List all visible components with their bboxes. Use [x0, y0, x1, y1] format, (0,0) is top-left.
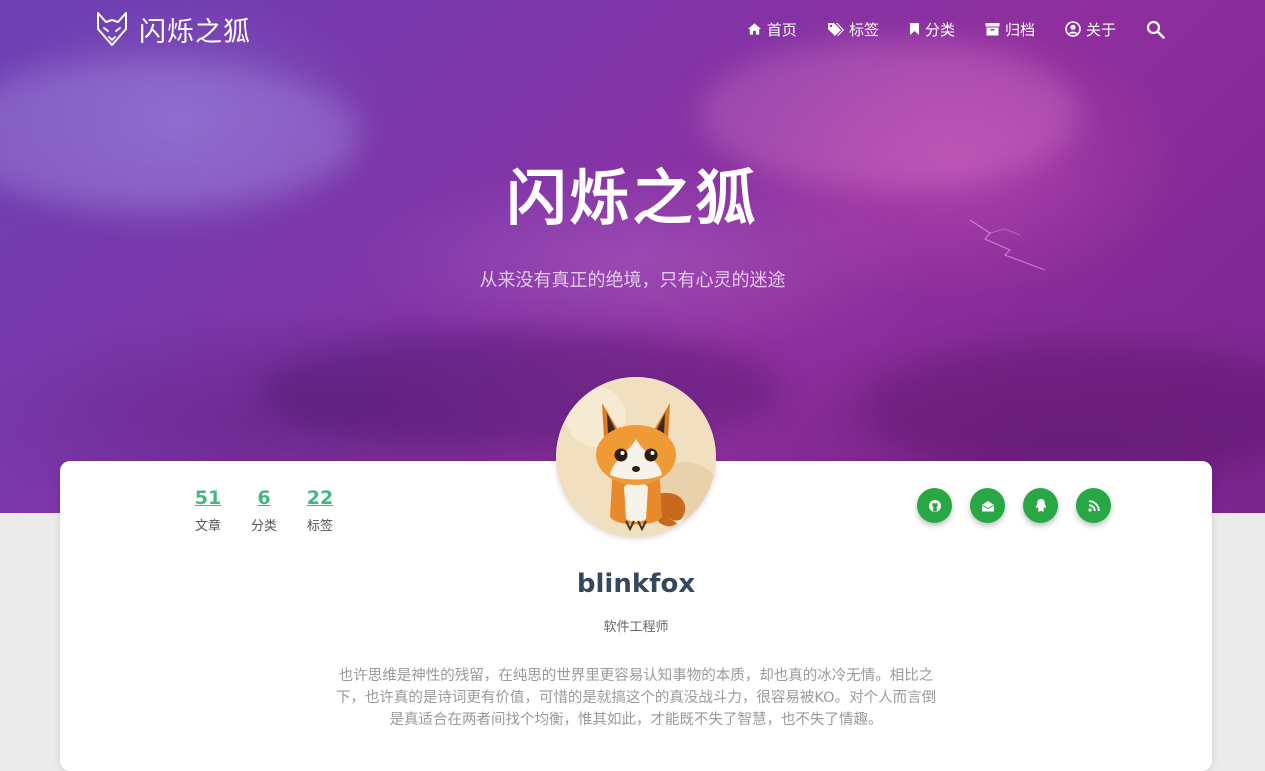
- fox-logo-icon: [97, 12, 127, 46]
- qq-button[interactable]: [1023, 488, 1058, 523]
- main-nav: 首页 标签 分类 归档 关于: [747, 14, 1165, 44]
- hero-subtitle: 从来没有真正的绝境，只有心灵的迷途: [479, 270, 786, 291]
- nav-tags-label: 标签: [848, 20, 879, 39]
- stat-articles-label: 文章: [194, 519, 221, 534]
- nav-categories[interactable]: 分类: [909, 19, 955, 40]
- stat-categories-count[interactable]: 6: [236, 487, 292, 509]
- bookmark-icon: [909, 23, 919, 35]
- nav-archive[interactable]: 归档: [985, 19, 1035, 40]
- home-icon: [747, 23, 761, 35]
- nav-home[interactable]: 首页: [747, 19, 797, 40]
- stat-tags-count[interactable]: 22: [292, 487, 348, 509]
- profile-bio: 也许思维是神性的残留，在纯思的世界里更容易认知事物的本质，却也真的冰冷无情。相比…: [335, 668, 937, 728]
- search-button[interactable]: [1146, 20, 1165, 39]
- search-icon: [1146, 20, 1165, 39]
- fox-avatar: [556, 377, 716, 537]
- stat-categories[interactable]: 6 分类: [236, 487, 292, 534]
- nav-home-label: 首页: [766, 20, 797, 39]
- fox-avatar-image: [556, 377, 716, 537]
- profile-stats: 51 文章 6 分类 22 标签: [180, 487, 348, 534]
- email-button[interactable]: [970, 488, 1005, 523]
- rss-icon: [1087, 499, 1100, 512]
- qq-icon: [1035, 499, 1046, 512]
- profile-name: blinkfox: [576, 569, 696, 599]
- nav-archive-label: 归档: [1004, 20, 1035, 39]
- site-logo[interactable]: 闪烁之狐: [95, 10, 251, 48]
- tags-icon: [827, 22, 844, 36]
- rss-button[interactable]: [1076, 488, 1111, 523]
- site-title: 闪烁之狐: [139, 16, 251, 48]
- stat-categories-label: 分类: [250, 519, 277, 534]
- stat-articles-count[interactable]: 51: [180, 487, 236, 509]
- email-icon: [981, 500, 994, 511]
- nav-categories-label: 分类: [924, 20, 955, 39]
- social-links: [917, 488, 1111, 523]
- github-icon: [928, 499, 941, 512]
- hero-title: 闪烁之狐: [506, 164, 759, 234]
- nav-tags[interactable]: 标签: [827, 19, 879, 40]
- nav-about-label: 关于: [1085, 20, 1116, 39]
- nav-about[interactable]: 关于: [1065, 19, 1116, 40]
- user-circle-icon: [1065, 21, 1081, 37]
- archive-icon: [985, 23, 1000, 36]
- stat-tags-label: 标签: [306, 519, 333, 534]
- stat-tags[interactable]: 22 标签: [292, 487, 348, 534]
- github-button[interactable]: [917, 488, 952, 523]
- profile-career: 软件工程师: [603, 620, 669, 635]
- stat-articles[interactable]: 51 文章: [180, 487, 236, 534]
